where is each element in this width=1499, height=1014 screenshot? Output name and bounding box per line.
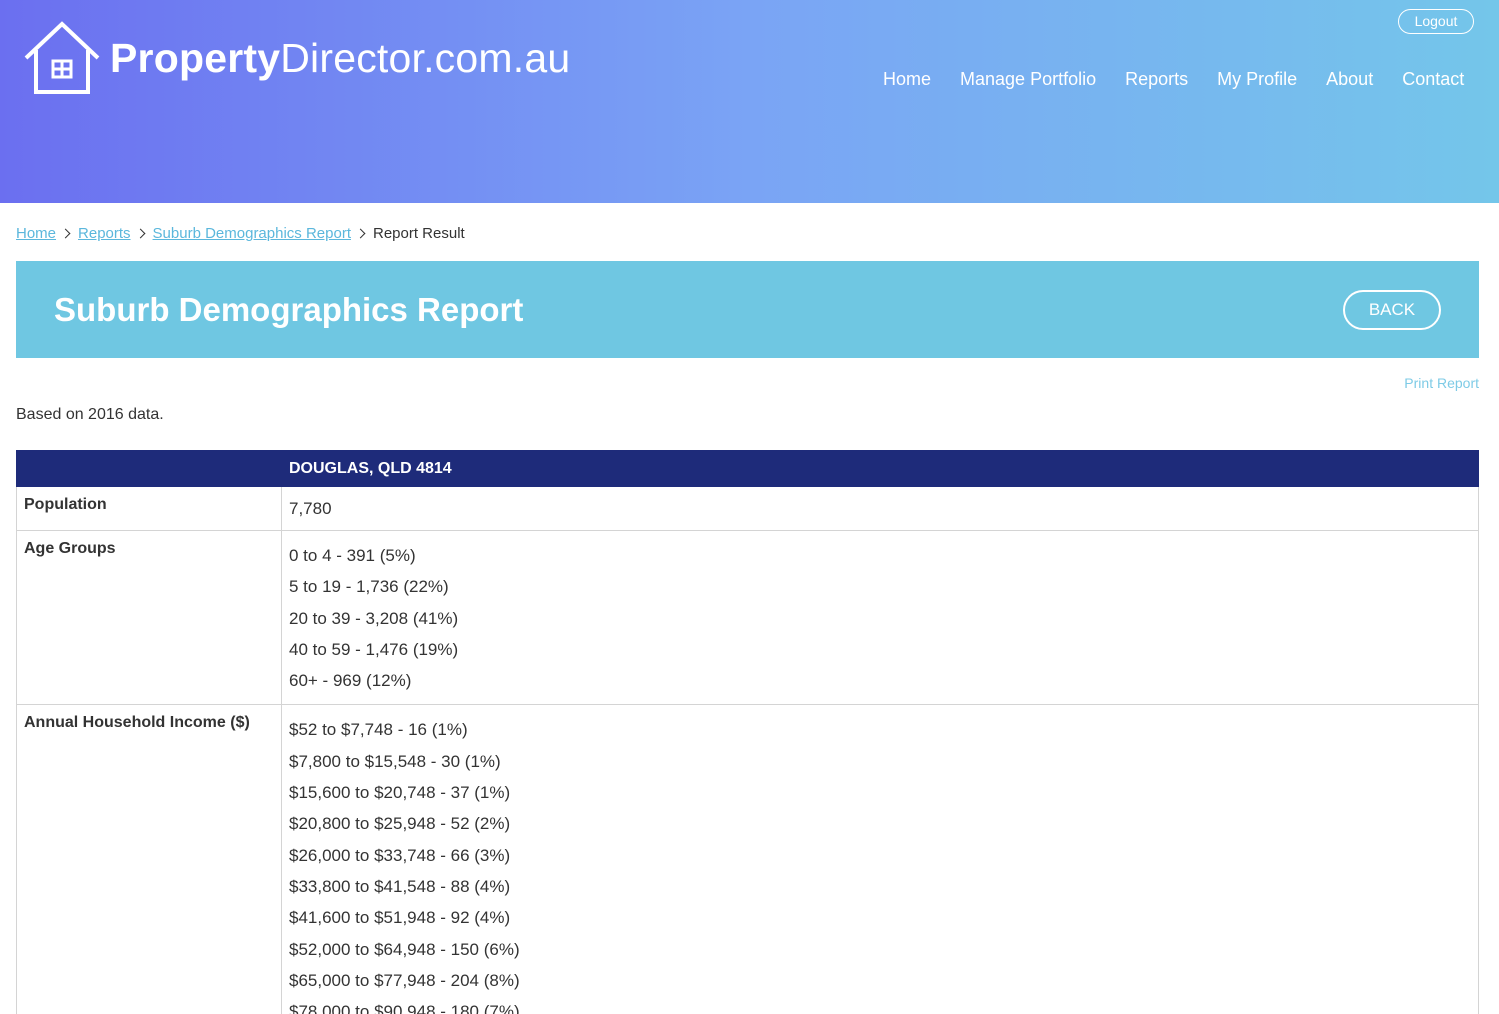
breadcrumb-reports[interactable]: Reports [78, 225, 131, 242]
value-line: $15,600 to $20,748 - 37 (1%) [289, 783, 511, 803]
value-line: 60+ - 969 (12%) [289, 671, 412, 691]
table-row: Age Groups 0 to 4 - 391 (5%) 5 to 19 - 1… [16, 529, 1479, 706]
table-row: Annual Household Income ($) $52 to $7,74… [16, 704, 1479, 1014]
nav-contact[interactable]: Contact [1402, 69, 1464, 90]
breadcrumb-suburb-demographics[interactable]: Suburb Demographics Report [153, 225, 351, 242]
value-line: $20,800 to $25,948 - 52 (2%) [289, 814, 511, 834]
data-source-note: Based on 2016 data. [16, 406, 164, 423]
value-line: 20 to 39 - 3,208 (41%) [289, 608, 459, 628]
value-line: $26,000 to $33,748 - 66 (3%) [289, 845, 511, 865]
value-line: 5 to 19 - 1,736 (22%) [289, 577, 449, 597]
report-title-bar: Suburb Demographics Report BACK [16, 261, 1479, 358]
chevron-right-icon [135, 228, 145, 239]
value-line: 40 to 59 - 1,476 (19%) [289, 639, 459, 659]
household-income-values: $52 to $7,748 - 16 (1%) $7,800 to $15,54… [281, 704, 1479, 1014]
table-header-row: DOUGLAS, QLD 4814 [16, 450, 1479, 487]
site-header: PropertyDirector.com.au Logout Home Mana… [0, 0, 1499, 203]
suburb-column-header: DOUGLAS, QLD 4814 [281, 450, 1479, 487]
value-line: 7,780 [289, 499, 332, 518]
value-line: $52,000 to $64,948 - 150 (6%) [289, 939, 520, 959]
value-line: $7,800 to $15,548 - 30 (1%) [289, 751, 501, 771]
breadcrumb-home[interactable]: Home [16, 225, 56, 242]
house-icon [24, 21, 100, 94]
value-line: $41,600 to $51,948 - 92 (4%) [289, 908, 511, 928]
print-report-link[interactable]: Print Report [1404, 375, 1479, 391]
age-groups-values: 0 to 4 - 391 (5%) 5 to 19 - 1,736 (22%) … [281, 529, 1479, 706]
logout-button[interactable]: Logout [1398, 9, 1474, 34]
value-line: 0 to 4 - 391 (5%) [289, 546, 416, 565]
row-label: Age Groups [16, 529, 282, 706]
value-line: $65,000 to $77,948 - 204 (8%) [289, 970, 520, 990]
table-row: Population 7,780 [16, 486, 1479, 531]
row-label: Annual Household Income ($) [16, 704, 282, 1014]
nav-manage-portfolio[interactable]: Manage Portfolio [960, 69, 1096, 90]
value-line: $52 to $7,748 - 16 (1%) [289, 720, 468, 740]
row-label: Population [16, 486, 282, 531]
nav-reports[interactable]: Reports [1125, 69, 1188, 90]
nav-my-profile[interactable]: My Profile [1217, 69, 1297, 90]
population-value: 7,780 [281, 486, 1479, 531]
demographics-table: DOUGLAS, QLD 4814 Population 7,780 Age G… [16, 450, 1479, 1014]
chevron-right-icon [60, 228, 71, 239]
site-logo[interactable]: PropertyDirector.com.au [22, 20, 570, 96]
nav-about[interactable]: About [1326, 69, 1373, 90]
page-title: Suburb Demographics Report [54, 291, 524, 328]
nav-home[interactable]: Home [883, 69, 931, 90]
main-nav: Home Manage Portfolio Reports My Profile… [883, 69, 1464, 90]
chevron-right-icon [355, 228, 366, 239]
value-line: $78,000 to $90,948 - 180 (7%) [289, 1002, 520, 1014]
breadcrumb-current: Report Result [372, 225, 465, 242]
back-button[interactable]: BACK [1343, 290, 1441, 330]
logo-text: PropertyDirector.com.au [110, 34, 571, 81]
table-header-empty [16, 450, 282, 487]
value-line: $33,800 to $41,548 - 88 (4%) [289, 876, 511, 896]
breadcrumb: Home Reports Suburb Demographics Report … [16, 225, 465, 242]
